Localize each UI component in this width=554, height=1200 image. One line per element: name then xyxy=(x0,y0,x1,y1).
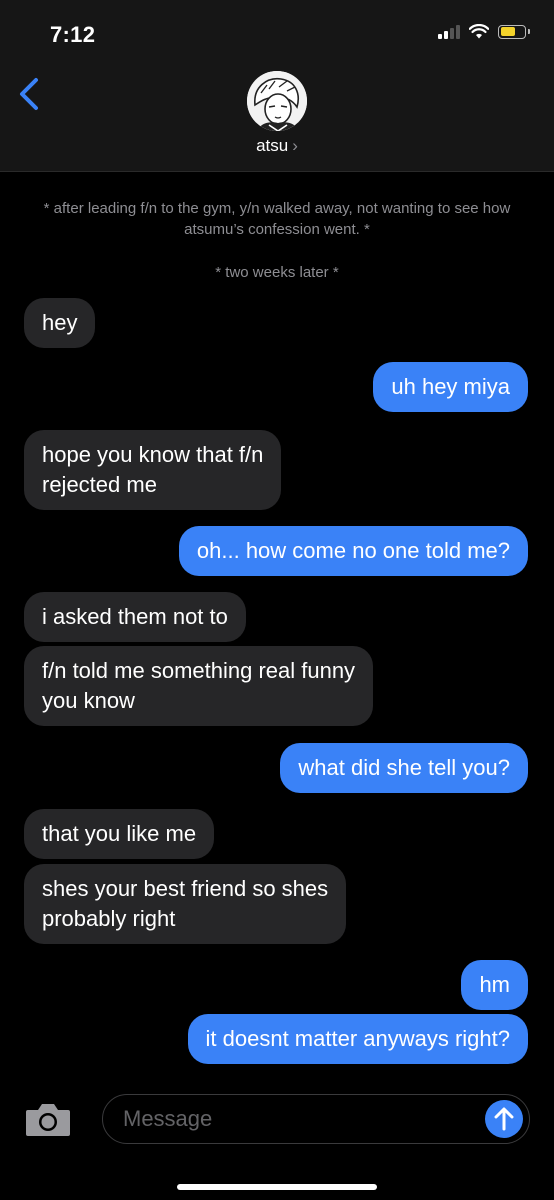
incoming-message[interactable]: f/n told me something real funny you kno… xyxy=(24,646,374,726)
incoming-message[interactable]: hope you know that f/n rejected me xyxy=(24,430,282,510)
outgoing-message[interactable]: hm xyxy=(461,960,528,1010)
contact-name[interactable]: atsu › xyxy=(0,136,554,156)
chevron-right-icon: › xyxy=(292,136,298,155)
battery-icon xyxy=(498,24,530,39)
incoming-message[interactable]: i asked them not to xyxy=(24,592,246,642)
status-time: 7:12 xyxy=(50,22,96,47)
camera-icon[interactable] xyxy=(24,1102,72,1138)
wifi-icon xyxy=(469,24,489,39)
conversation-header: 7:12 atsu › xyxy=(0,0,554,172)
send-button[interactable] xyxy=(485,1100,523,1138)
compose-bar: Message xyxy=(0,1082,554,1200)
avatar[interactable] xyxy=(247,71,307,131)
outgoing-message[interactable]: it doesnt matter anyways right? xyxy=(187,1014,528,1064)
home-indicator[interactable] xyxy=(177,1184,377,1190)
cellular-signal-icon xyxy=(438,24,460,39)
message-placeholder: Message xyxy=(123,1106,213,1131)
arrow-up-icon xyxy=(494,1107,514,1131)
message-input[interactable]: Message xyxy=(102,1094,530,1144)
narration-text: * two weeks later * xyxy=(215,264,339,281)
status-icons xyxy=(438,24,530,39)
incoming-message[interactable]: shes your best friend so shes probably r… xyxy=(24,864,347,944)
chevron-left-icon[interactable] xyxy=(14,72,46,116)
outgoing-message[interactable]: uh hey miya xyxy=(373,362,528,412)
narration-text: * after leading f/n to the gym, y/n walk… xyxy=(43,200,511,238)
outgoing-message[interactable]: what did she tell you? xyxy=(280,743,528,793)
incoming-message[interactable]: hey xyxy=(24,298,96,348)
outgoing-message[interactable]: oh... how come no one told me? xyxy=(178,526,528,576)
incoming-message[interactable]: that you like me xyxy=(24,809,215,859)
